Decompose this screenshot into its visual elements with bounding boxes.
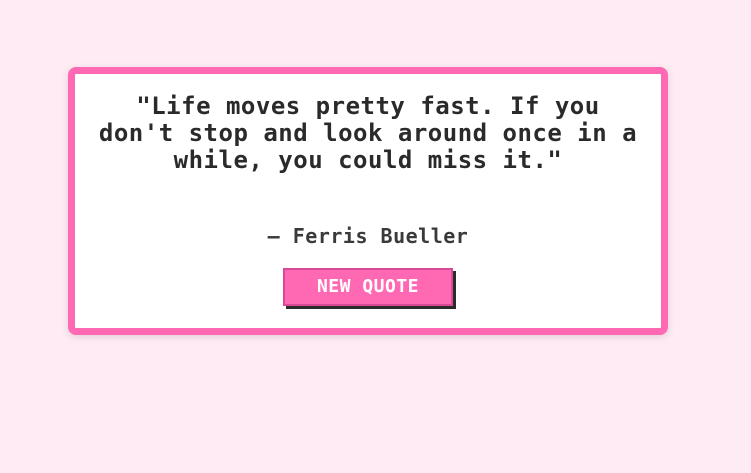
quote-card: "Life moves pretty fast. If you don't st… [68,67,668,335]
quote-text: "Life moves pretty fast. If you don't st… [98,92,638,174]
quote-author: — Ferris Bueller [267,224,469,248]
new-quote-button[interactable]: NEW QUOTE [283,268,453,306]
